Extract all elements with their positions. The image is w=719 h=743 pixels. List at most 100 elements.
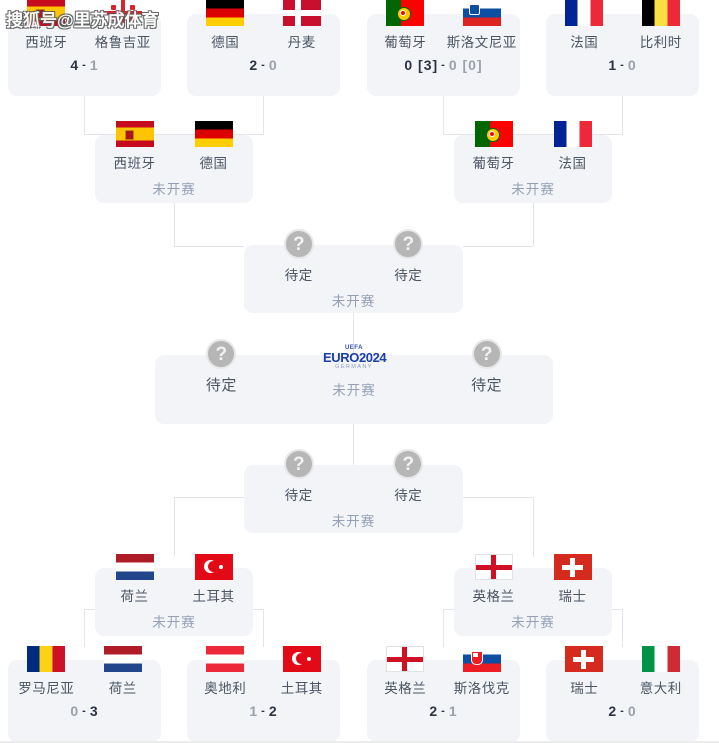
team-name: 斯洛文尼亚	[446, 35, 517, 50]
match-card[interactable]: 奥地利 土耳其 1-2	[187, 646, 341, 742]
flag-icon-tr	[282, 646, 321, 672]
score-separator: -	[261, 59, 266, 71]
team-name: 瑞士	[558, 589, 587, 604]
team-home: 罗马尼亚	[8, 646, 85, 697]
match-score: 2-1	[429, 703, 457, 719]
team-away: 比利时	[623, 0, 700, 51]
flag-icon-sk	[462, 646, 501, 672]
team-name: 罗马尼亚	[18, 681, 75, 696]
logo-sub-text: GERMANY	[335, 364, 373, 370]
match-card[interactable]: ? 待定 ? 待定 未开赛	[244, 449, 464, 533]
match-card[interactable]: 葡萄牙 法国 未开赛	[454, 121, 612, 203]
match-card[interactable]: 英格兰 瑞士 未开赛	[454, 554, 612, 636]
team-name: 法国	[558, 156, 587, 171]
flag-icon-ch	[565, 646, 604, 672]
team-away: 荷兰	[85, 646, 162, 697]
flag-icon-pt	[386, 0, 425, 26]
connector-line	[174, 203, 175, 246]
score-home: 1	[608, 57, 618, 73]
score-away: 0	[268, 57, 278, 73]
score-separator: -	[620, 705, 625, 717]
connector-line	[443, 609, 444, 647]
team-name: 待定	[284, 268, 313, 283]
team-away: ? 待定	[354, 449, 464, 504]
score-away: 1	[448, 703, 458, 719]
team-name: 斯洛伐克	[453, 681, 510, 696]
match-score: 4-1	[70, 57, 98, 73]
score-away: 0	[627, 703, 637, 719]
team-name: 西班牙	[25, 35, 68, 50]
team-name: 待定	[284, 488, 313, 503]
team-away: 土耳其	[264, 646, 341, 697]
team-home: ? 待定	[244, 449, 354, 504]
flag-icon-fr	[553, 121, 592, 147]
match-card[interactable]: 罗马尼亚 荷兰 0-3	[8, 646, 162, 742]
flag-icon-ch	[553, 554, 592, 580]
match-score: 2-0	[608, 703, 636, 719]
team-name: 丹麦	[287, 35, 316, 50]
score-separator: -	[82, 705, 87, 717]
team-home: 葡萄牙	[454, 121, 533, 172]
team-name: 荷兰	[120, 589, 149, 604]
match-card[interactable]: ? 待定 UEFA EURO2024 GERMANY 未开赛 ? 待定	[155, 339, 553, 424]
connector-line	[174, 497, 175, 557]
match-card[interactable]: 法国 比利时 1-0	[546, 0, 700, 96]
team-away: 斯洛文尼亚	[444, 0, 521, 51]
flag-icon-ro	[27, 646, 66, 672]
final-center: UEFA EURO2024 GERMANY 未开赛	[288, 345, 421, 399]
team-name: 待定	[471, 377, 503, 394]
team-home: 西班牙	[95, 121, 174, 172]
team-away: ? 待定	[420, 339, 553, 395]
connector-line	[263, 609, 264, 647]
team-name: 土耳其	[192, 589, 235, 604]
team-away: 丹麦	[264, 0, 341, 51]
team-home: ? 待定	[155, 339, 288, 395]
team-name: 西班牙	[113, 156, 156, 171]
match-card[interactable]: 荷兰 土耳其 未开赛	[95, 554, 253, 636]
score-separator: -	[441, 705, 446, 717]
team-home: 奥地利	[187, 646, 264, 697]
flag-icon-nl	[115, 554, 154, 580]
connector-line	[84, 96, 85, 134]
team-name: 比利时	[639, 35, 682, 50]
connector-line	[533, 497, 534, 557]
match-status: 未开赛	[331, 294, 376, 309]
match-card[interactable]: ? 待定 ? 待定 未开赛	[244, 229, 463, 313]
team-home: 法国	[546, 0, 623, 51]
score-home: 0 [3]	[404, 57, 439, 73]
flag-icon-it	[641, 646, 680, 672]
team-name: 葡萄牙	[472, 156, 515, 171]
score-away: 3	[89, 703, 99, 719]
match-score: 0-3	[70, 703, 98, 719]
team-away: 瑞士	[533, 554, 612, 605]
match-card[interactable]: 英格兰 斯洛伐克 2-1	[367, 646, 521, 742]
connector-line	[463, 497, 533, 498]
score-home: 2	[249, 57, 259, 73]
team-name: 荷兰	[108, 681, 137, 696]
match-card[interactable]: 瑞士 意大利 2-0	[546, 646, 700, 742]
connector-line	[174, 497, 244, 498]
question-mark-icon: ?	[471, 339, 502, 369]
question-mark-icon: ?	[283, 449, 314, 479]
question-mark-icon: ?	[393, 229, 424, 259]
match-card[interactable]: 西班牙 德国 未开赛	[95, 121, 253, 203]
team-name: 英格兰	[472, 589, 515, 604]
flag-icon-de	[206, 0, 245, 26]
match-card[interactable]: 德国 丹麦 2-0	[187, 0, 341, 96]
connector-line	[174, 246, 244, 247]
score-separator: -	[82, 59, 87, 71]
team-away: 意大利	[623, 646, 700, 697]
flag-icon-en	[474, 554, 513, 580]
match-status: 未开赛	[332, 382, 376, 398]
flag-icon-en	[386, 646, 425, 672]
match-card[interactable]: 葡萄牙 斯洛文尼亚 0 [3] -0 [0]	[367, 0, 521, 96]
score-away: 2	[268, 703, 278, 719]
team-name: 瑞士	[570, 681, 599, 696]
team-away: 斯洛伐克	[444, 646, 521, 697]
logo-main-text: EURO2024	[322, 350, 387, 365]
team-home: ? 待定	[244, 229, 354, 284]
flag-icon-fr	[565, 0, 604, 26]
score-separator: -	[620, 59, 625, 71]
connector-line	[533, 203, 534, 246]
question-mark-icon: ?	[206, 339, 237, 369]
